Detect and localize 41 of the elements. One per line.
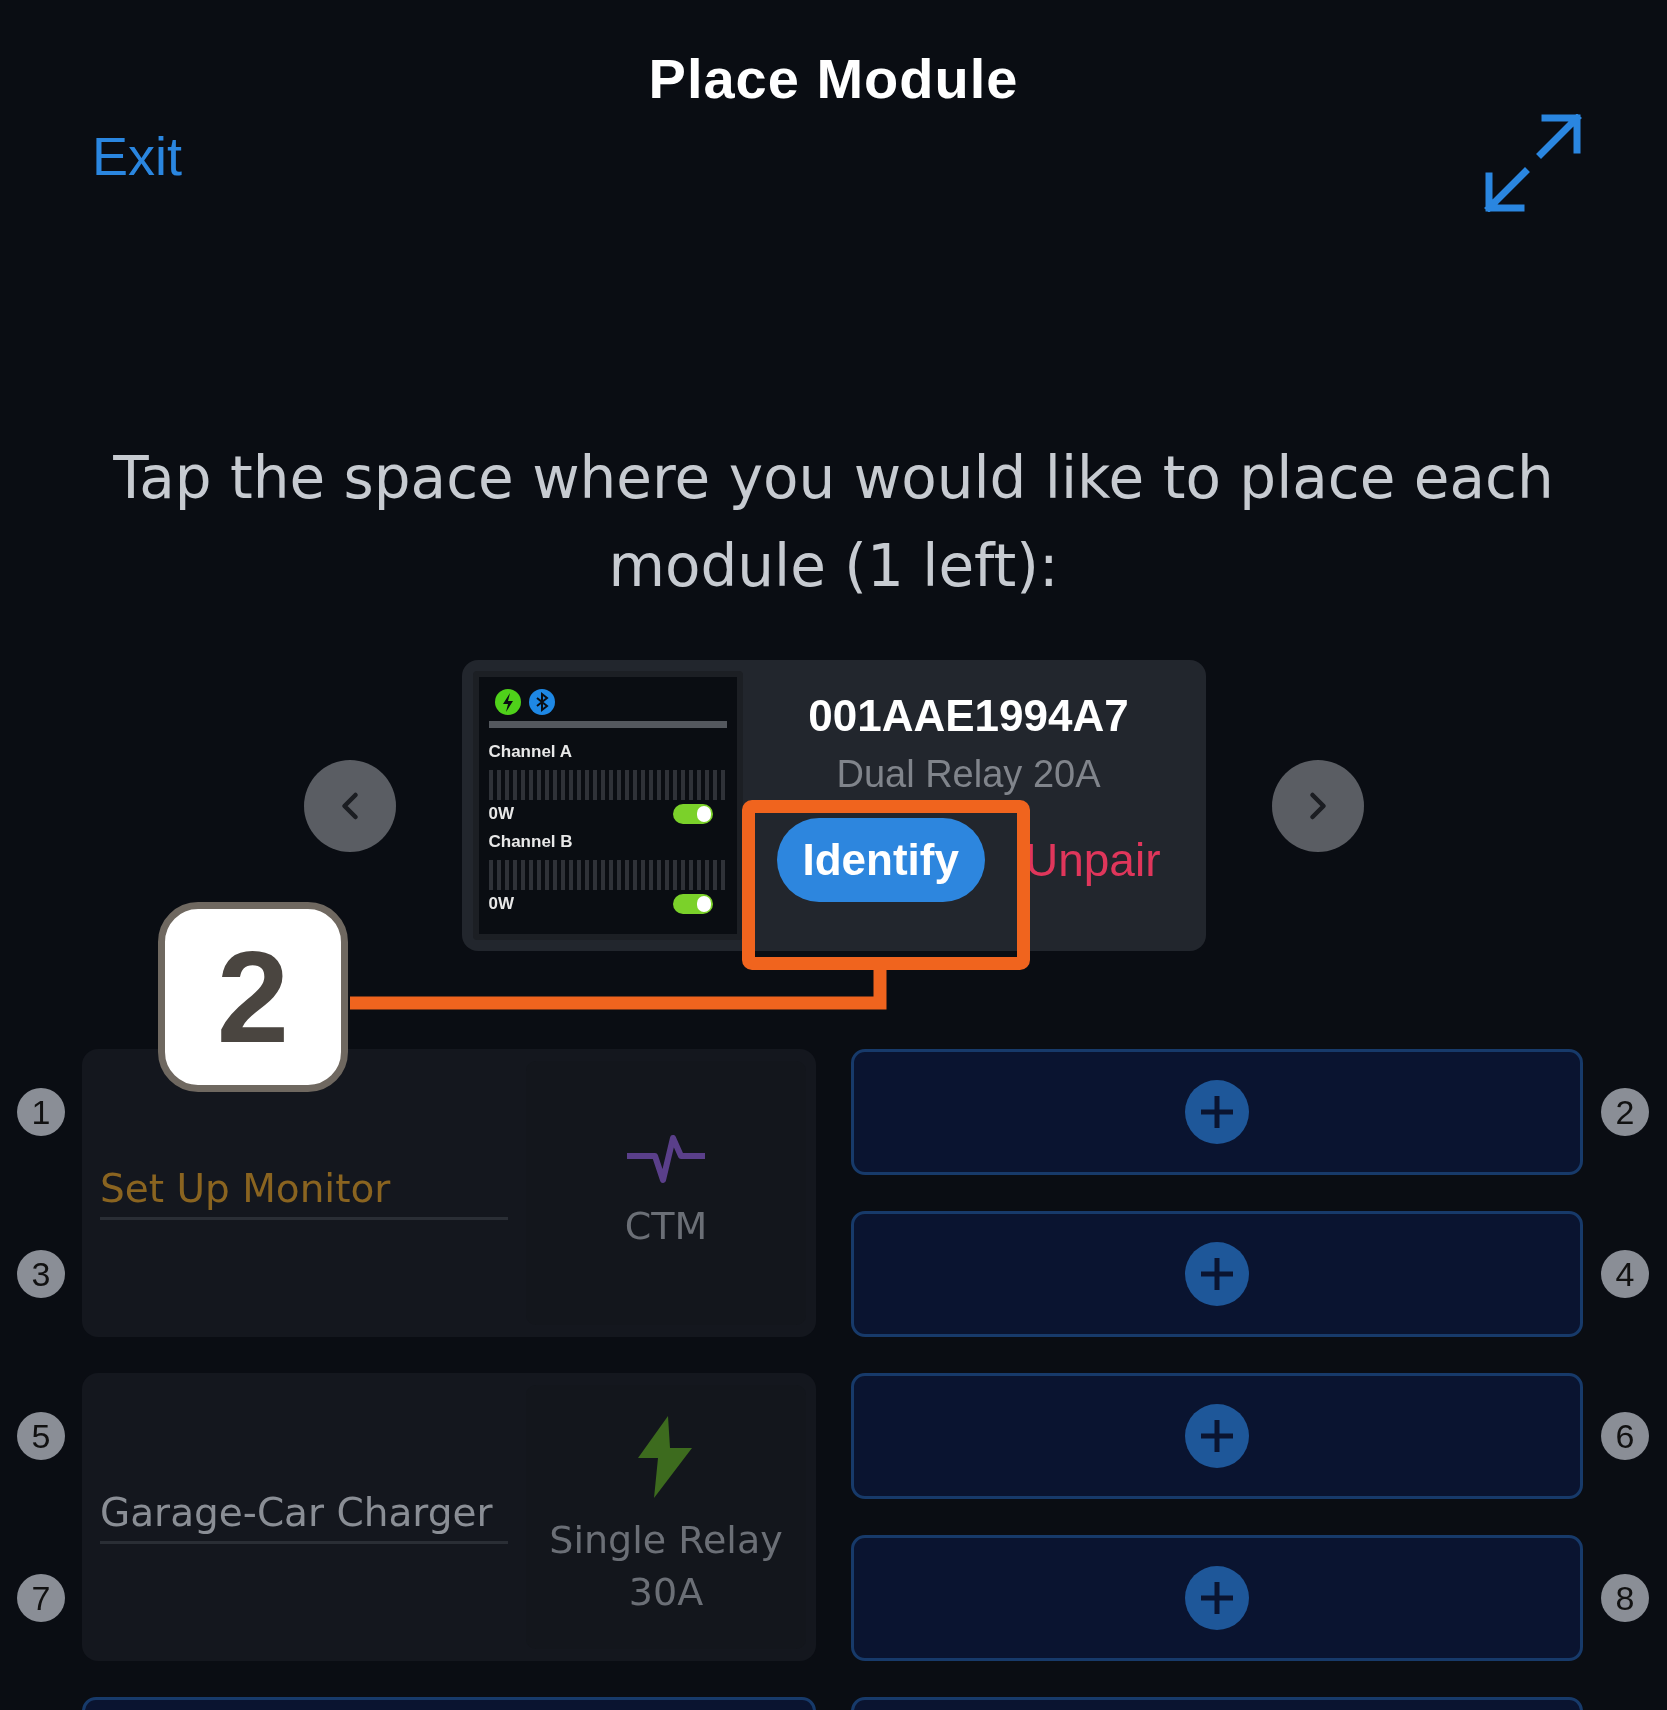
instruction-text: Tap the space where you would like to place each module (1 left):: [112, 443, 1555, 602]
channel-label: Channel A: [488, 742, 572, 761]
empty-slot[interactable]: [851, 1211, 1583, 1337]
unpair-button[interactable]: Unpair: [1024, 833, 1161, 887]
module-card[interactable]: Garage-Car Charger Single Relay 30A: [82, 1373, 816, 1661]
add-icon: [1185, 1566, 1249, 1630]
channel-reading: 0W: [488, 804, 514, 824]
position-number: 7: [17, 1574, 65, 1622]
channel-toggle[interactable]: [672, 804, 713, 824]
module-card[interactable]: Set Up Monitor CTM: [82, 1049, 816, 1337]
position-number: 4: [1601, 1250, 1649, 1298]
name-field[interactable]: Garage-Car Charger: [100, 1490, 508, 1544]
add-icon: [1185, 1404, 1249, 1468]
module-type: Dual Relay 20A: [836, 753, 1101, 796]
channel-toggle[interactable]: [672, 894, 713, 914]
position-number: 8: [1601, 1574, 1649, 1622]
identify-button[interactable]: Identify: [776, 818, 985, 902]
add-icon: [1185, 1242, 1249, 1306]
power-icon: [494, 689, 521, 715]
module-type: Single Relay 30A: [548, 1517, 784, 1616]
position-number: 6: [1601, 1412, 1649, 1460]
step-callout: 2: [158, 902, 348, 1092]
lightning-bolt-icon: [638, 1416, 694, 1498]
serial-number: 001AAE1994A7: [808, 691, 1129, 741]
empty-slot[interactable]: [851, 1049, 1583, 1175]
empty-slot[interactable]: [851, 1373, 1583, 1499]
position-number: 5: [17, 1412, 65, 1460]
pulse-icon: [625, 1134, 707, 1184]
name-field[interactable]: Set Up Monitor: [100, 1166, 508, 1220]
empty-slot[interactable]: [851, 1535, 1583, 1661]
bluetooth-icon: [528, 689, 555, 715]
expand-icon[interactable]: [1483, 114, 1583, 212]
page-title: Place Module: [648, 46, 1019, 112]
position-number: 1: [17, 1088, 65, 1136]
channel-label: Channel B: [488, 832, 573, 851]
position-number: 2: [1601, 1088, 1649, 1136]
add-icon: [1185, 1080, 1249, 1144]
position-number: 3: [17, 1250, 65, 1298]
channel-reading: 0W: [488, 894, 514, 914]
exit-link[interactable]: Exit: [92, 125, 183, 187]
module-type: CTM: [623, 1203, 709, 1250]
